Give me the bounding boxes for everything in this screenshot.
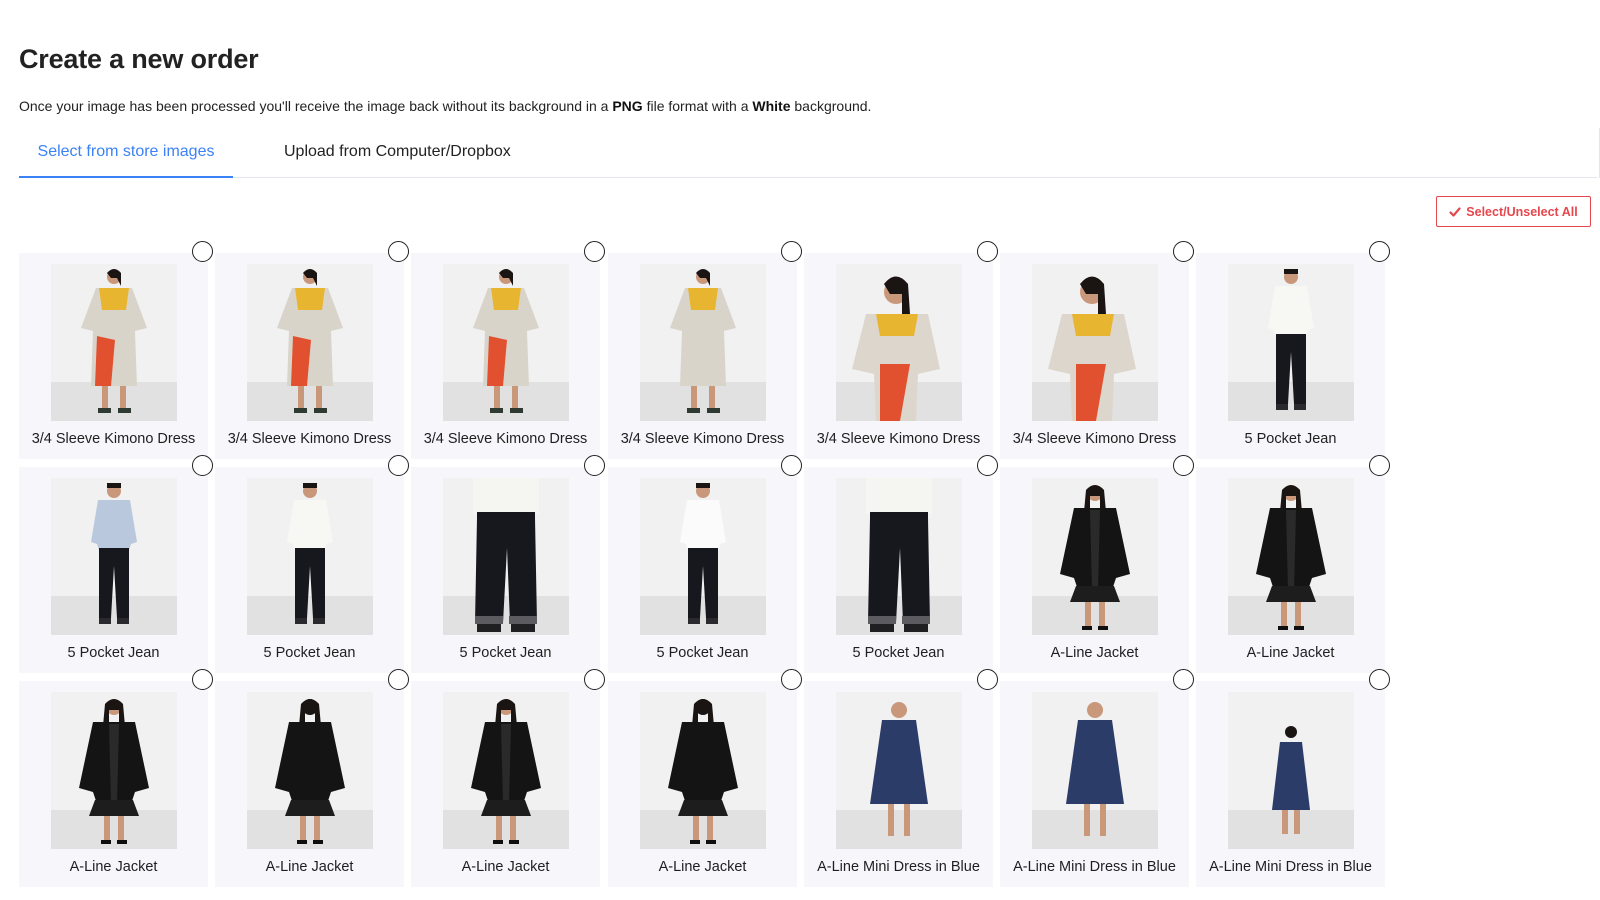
- product-name: 3/4 Sleeve Kimono Dress: [423, 431, 588, 447]
- product-thumbnail: [1228, 478, 1354, 635]
- product-card[interactable]: A-Line Jacket: [19, 681, 208, 887]
- select-radio[interactable]: [192, 455, 213, 476]
- select-radio[interactable]: [584, 455, 605, 476]
- description-format: PNG: [612, 98, 643, 114]
- product-name: A-Line Jacket: [265, 859, 354, 875]
- tab-upload[interactable]: Upload from Computer/Dropbox: [284, 134, 511, 178]
- product-card[interactable]: 5 Pocket Jean: [19, 467, 208, 673]
- select-radio[interactable]: [781, 669, 802, 690]
- image-source-tabs: Select from store images Upload from Com…: [19, 134, 1597, 178]
- product-thumbnail: [247, 478, 373, 635]
- product-name: 5 Pocket Jean: [852, 645, 945, 661]
- product-thumbnail: [51, 264, 177, 421]
- product-thumbnail: [836, 478, 962, 635]
- product-card[interactable]: A-Line Jacket: [215, 681, 404, 887]
- select-radio[interactable]: [388, 241, 409, 262]
- product-thumbnail: [1228, 692, 1354, 849]
- description-text-2: file format with a: [642, 98, 753, 114]
- product-card[interactable]: 3/4 Sleeve Kimono Dress: [19, 253, 208, 459]
- product-thumbnail: [1032, 692, 1158, 849]
- product-name: 5 Pocket Jean: [459, 645, 552, 661]
- select-radio[interactable]: [1173, 455, 1194, 476]
- product-card[interactable]: 3/4 Sleeve Kimono Dress: [608, 253, 797, 459]
- product-name: 5 Pocket Jean: [1244, 431, 1337, 447]
- product-thumbnail: [247, 264, 373, 421]
- product-card[interactable]: 5 Pocket Jean: [215, 467, 404, 673]
- product-name: 5 Pocket Jean: [656, 645, 749, 661]
- product-name: A-Line Jacket: [658, 859, 747, 875]
- product-card[interactable]: 5 Pocket Jean: [608, 467, 797, 673]
- select-unselect-all-label: Select/Unselect All: [1466, 204, 1578, 219]
- product-name: A-Line Jacket: [1246, 645, 1335, 661]
- product-name: 5 Pocket Jean: [67, 645, 160, 661]
- product-thumbnail: [1032, 478, 1158, 635]
- select-radio[interactable]: [1173, 241, 1194, 262]
- select-radio[interactable]: [388, 455, 409, 476]
- select-unselect-all-button[interactable]: Select/Unselect All: [1436, 196, 1591, 227]
- product-name: A-Line Jacket: [1050, 645, 1139, 661]
- select-radio[interactable]: [1173, 669, 1194, 690]
- product-card[interactable]: 5 Pocket Jean: [411, 467, 600, 673]
- product-card[interactable]: 5 Pocket Jean: [1196, 253, 1385, 459]
- product-card[interactable]: A-Line Jacket: [1196, 467, 1385, 673]
- product-card[interactable]: A-Line Mini Dress in Blue: [1196, 681, 1385, 887]
- select-radio[interactable]: [1369, 669, 1390, 690]
- page-title: Create a new order: [19, 44, 259, 74]
- product-thumbnail: [443, 692, 569, 849]
- product-name: A-Line Mini Dress in Blue: [1209, 859, 1372, 875]
- product-thumbnail: [1228, 264, 1354, 421]
- product-name: 3/4 Sleeve Kimono Dress: [31, 431, 196, 447]
- order-page: Create a new order Once your image has b…: [19, 0, 1600, 900]
- description-text-3: background.: [790, 98, 872, 114]
- product-thumbnail: [247, 692, 373, 849]
- product-thumbnail: [640, 478, 766, 635]
- product-thumbnail: [1032, 264, 1158, 421]
- product-thumbnail: [51, 478, 177, 635]
- product-name: 3/4 Sleeve Kimono Dress: [816, 431, 981, 447]
- select-radio[interactable]: [192, 669, 213, 690]
- product-thumbnail: [836, 264, 962, 421]
- check-icon: [1449, 206, 1461, 218]
- select-radio[interactable]: [977, 241, 998, 262]
- select-radio[interactable]: [977, 455, 998, 476]
- product-grid: 3/4 Sleeve Kimono Dress 3/4 Sleeve Kimon…: [19, 241, 1439, 900]
- product-name: 5 Pocket Jean: [263, 645, 356, 661]
- page-description: Once your image has been processed you'l…: [19, 98, 871, 114]
- select-radio[interactable]: [1369, 241, 1390, 262]
- product-card[interactable]: A-Line Jacket: [1000, 467, 1189, 673]
- product-card[interactable]: A-Line Jacket: [411, 681, 600, 887]
- product-thumbnail: [443, 478, 569, 635]
- product-thumbnail: [640, 264, 766, 421]
- product-card[interactable]: 3/4 Sleeve Kimono Dress: [411, 253, 600, 459]
- product-card[interactable]: 3/4 Sleeve Kimono Dress: [1000, 253, 1189, 459]
- select-radio[interactable]: [977, 669, 998, 690]
- product-card[interactable]: A-Line Jacket: [608, 681, 797, 887]
- select-radio[interactable]: [584, 669, 605, 690]
- select-radio[interactable]: [584, 241, 605, 262]
- product-name: A-Line Jacket: [461, 859, 550, 875]
- description-text-1: Once your image has been processed you'l…: [19, 98, 613, 114]
- product-name: 3/4 Sleeve Kimono Dress: [227, 431, 392, 447]
- product-card[interactable]: A-Line Mini Dress in Blue: [1000, 681, 1189, 887]
- select-radio[interactable]: [1369, 455, 1390, 476]
- product-name: 3/4 Sleeve Kimono Dress: [620, 431, 785, 447]
- product-thumbnail: [443, 264, 569, 421]
- product-thumbnail: [51, 692, 177, 849]
- product-thumbnail: [640, 692, 766, 849]
- product-card[interactable]: 5 Pocket Jean: [804, 467, 993, 673]
- product-card[interactable]: 3/4 Sleeve Kimono Dress: [804, 253, 993, 459]
- product-card[interactable]: A-Line Mini Dress in Blue: [804, 681, 993, 887]
- product-name: A-Line Mini Dress in Blue: [817, 859, 980, 875]
- select-radio[interactable]: [192, 241, 213, 262]
- product-name: A-Line Jacket: [69, 859, 158, 875]
- description-background: White: [752, 98, 791, 114]
- select-radio[interactable]: [781, 241, 802, 262]
- tab-store-images[interactable]: Select from store images: [19, 134, 233, 178]
- product-name: A-Line Mini Dress in Blue: [1013, 859, 1176, 875]
- product-thumbnail: [836, 692, 962, 849]
- product-name: 3/4 Sleeve Kimono Dress: [1012, 431, 1177, 447]
- select-radio[interactable]: [388, 669, 409, 690]
- select-radio[interactable]: [781, 455, 802, 476]
- product-card[interactable]: 3/4 Sleeve Kimono Dress: [215, 253, 404, 459]
